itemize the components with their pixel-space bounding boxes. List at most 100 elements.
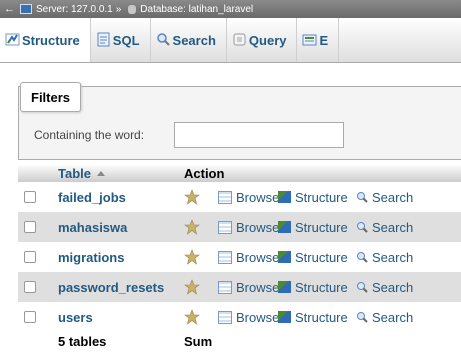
search-icon bbox=[357, 192, 368, 203]
sort-ascending-icon bbox=[97, 170, 105, 176]
tab-search-label: Search bbox=[172, 32, 216, 48]
query-icon bbox=[233, 33, 246, 46]
tab-bar: Structure SQL Search Query E bbox=[0, 18, 461, 63]
table-row: migrations Browse Structure Search bbox=[18, 242, 461, 272]
row-checkbox[interactable] bbox=[24, 182, 36, 212]
sql-icon bbox=[97, 32, 110, 47]
browse-label: Browse bbox=[236, 219, 280, 235]
breadcrumb-separator: » bbox=[115, 3, 122, 15]
tab-sql[interactable]: SQL bbox=[91, 18, 151, 62]
column-header-table-label: Table bbox=[58, 165, 91, 181]
structure-link[interactable]: Structure bbox=[278, 182, 348, 212]
breadcrumb-database[interactable]: Database: latihan_laravel bbox=[140, 4, 253, 15]
structure-label: Structure bbox=[295, 249, 348, 265]
browse-link[interactable]: Browse bbox=[218, 302, 279, 332]
database-icon bbox=[128, 4, 137, 14]
structure-label: Structure bbox=[295, 189, 348, 205]
tab-structure[interactable]: Structure bbox=[0, 18, 91, 62]
table-name-link[interactable]: failed_jobs bbox=[58, 182, 126, 212]
structure-icon bbox=[278, 281, 291, 293]
structure-icon bbox=[5, 33, 20, 46]
search-link[interactable]: Search bbox=[356, 212, 413, 242]
row-checkbox[interactable] bbox=[24, 242, 36, 272]
favorite-star-icon[interactable] bbox=[184, 242, 200, 272]
structure-icon bbox=[278, 191, 291, 203]
structure-link[interactable]: Structure bbox=[278, 302, 348, 332]
search-label: Search bbox=[372, 249, 414, 265]
tab-export[interactable]: E bbox=[297, 18, 340, 62]
browse-label: Browse bbox=[236, 279, 280, 295]
breadcrumb-server[interactable]: Server: 127.0.0.1 bbox=[36, 4, 113, 15]
table-row: users Browse Structure Search bbox=[18, 302, 461, 332]
browse-label: Browse bbox=[236, 189, 280, 205]
browse-link[interactable]: Browse bbox=[218, 212, 279, 242]
browse-link[interactable]: Browse bbox=[218, 242, 279, 272]
tab-query-label: Query bbox=[248, 32, 287, 48]
structure-link[interactable]: Structure bbox=[278, 212, 348, 242]
phpmyadmin-database-view: ← Server: 127.0.0.1 » Database: latihan_… bbox=[0, 0, 461, 358]
table-name-link[interactable]: migrations bbox=[58, 242, 124, 272]
export-icon bbox=[302, 34, 317, 46]
structure-icon bbox=[278, 251, 291, 263]
table-header-row: Table Action bbox=[18, 164, 461, 182]
browse-icon bbox=[218, 250, 232, 264]
search-icon bbox=[357, 252, 368, 263]
row-checkbox[interactable] bbox=[24, 212, 36, 242]
tab-sql-label: SQL bbox=[112, 32, 140, 48]
search-label: Search bbox=[372, 279, 414, 295]
tab-export-label: E bbox=[319, 32, 329, 48]
table-name-link[interactable]: users bbox=[58, 302, 93, 332]
row-checkbox[interactable] bbox=[24, 302, 36, 332]
filter-label: Containing the word: bbox=[34, 128, 145, 142]
browse-label: Browse bbox=[236, 249, 280, 265]
favorite-star-icon[interactable] bbox=[184, 302, 200, 332]
search-label: Search bbox=[372, 309, 414, 325]
table-row: password_resets Browse Structure Search bbox=[18, 272, 461, 302]
tab-search[interactable]: Search bbox=[151, 18, 227, 62]
search-icon bbox=[357, 222, 368, 233]
table-row: failed_jobs Browse Structure Search bbox=[18, 182, 461, 212]
browse-link[interactable]: Browse bbox=[218, 182, 279, 212]
back-arrow-icon[interactable]: ← bbox=[0, 3, 16, 15]
column-header-table[interactable]: Table bbox=[58, 164, 105, 182]
breadcrumb: ← Server: 127.0.0.1 » Database: latihan_… bbox=[0, 0, 461, 18]
search-icon bbox=[357, 282, 368, 293]
structure-link[interactable]: Structure bbox=[278, 242, 348, 272]
favorite-star-icon[interactable] bbox=[184, 212, 200, 242]
favorite-star-icon[interactable] bbox=[184, 272, 200, 302]
sum-label: Sum bbox=[184, 333, 213, 349]
filters-legend: Filters bbox=[20, 82, 82, 112]
search-link[interactable]: Search bbox=[356, 272, 413, 302]
browse-icon bbox=[218, 280, 232, 294]
table-count: 5 tables bbox=[58, 333, 107, 349]
row-checkbox[interactable] bbox=[24, 272, 36, 302]
table-row: mahasiswa Browse Structure Search bbox=[18, 212, 461, 242]
structure-label: Structure bbox=[295, 309, 348, 325]
tab-structure-label: Structure bbox=[22, 32, 80, 48]
structure-label: Structure bbox=[295, 219, 348, 235]
table-footer-row: 5 tables Sum bbox=[18, 332, 461, 350]
search-link[interactable]: Search bbox=[356, 302, 413, 332]
search-link[interactable]: Search bbox=[356, 242, 413, 272]
search-icon bbox=[156, 33, 170, 46]
browse-label: Browse bbox=[236, 309, 280, 325]
browse-link[interactable]: Browse bbox=[218, 272, 279, 302]
search-link[interactable]: Search bbox=[356, 182, 413, 212]
search-label: Search bbox=[372, 219, 414, 235]
search-icon bbox=[357, 312, 368, 323]
structure-label: Structure bbox=[295, 279, 348, 295]
filter-input[interactable] bbox=[174, 122, 344, 148]
tab-query[interactable]: Query bbox=[227, 18, 298, 62]
search-label: Search bbox=[372, 189, 414, 205]
browse-icon bbox=[218, 310, 232, 324]
structure-link[interactable]: Structure bbox=[278, 272, 348, 302]
favorite-star-icon[interactable] bbox=[184, 182, 200, 212]
table-name-link[interactable]: password_resets bbox=[58, 272, 164, 302]
column-header-action: Action bbox=[184, 165, 225, 181]
browse-icon bbox=[218, 190, 232, 204]
server-icon bbox=[20, 4, 32, 14]
table-name-link[interactable]: mahasiswa bbox=[58, 212, 127, 242]
structure-icon bbox=[278, 221, 291, 233]
browse-icon bbox=[218, 220, 232, 234]
structure-icon bbox=[278, 311, 291, 323]
